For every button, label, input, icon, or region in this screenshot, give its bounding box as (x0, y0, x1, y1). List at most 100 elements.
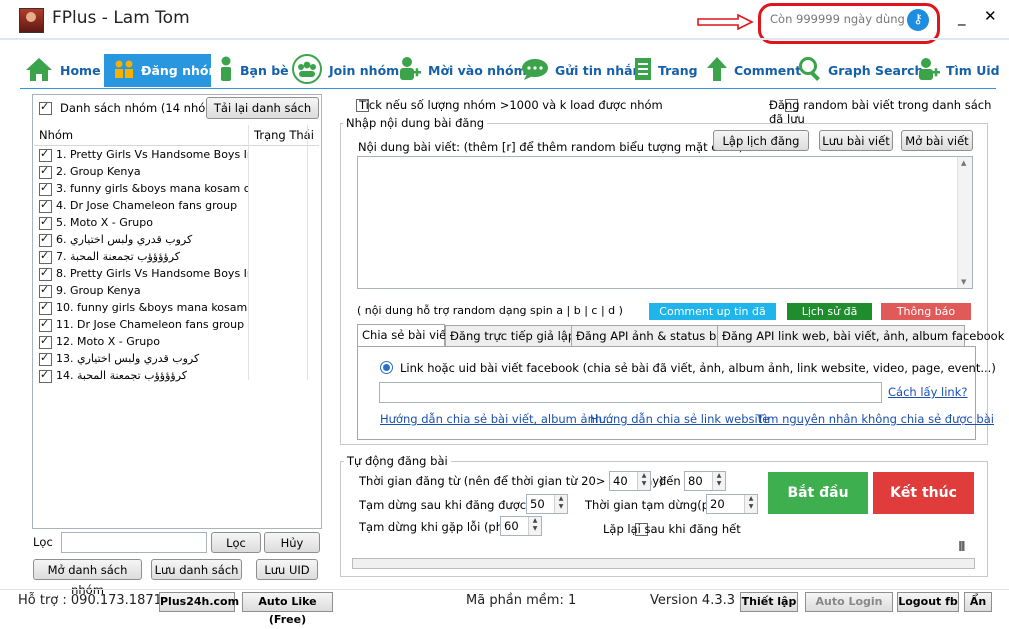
row-checkbox[interactable] (39, 164, 52, 179)
content-label: Nội dung bài viết: (thêm [r] để thêm ran… (358, 140, 744, 154)
table-row[interactable]: 1. Pretty Girls Vs Handsome Boys In ... (34, 147, 319, 164)
tab-share-post[interactable]: Chia sẻ bài viết (357, 324, 451, 347)
reload-list-button[interactable]: Tải lại danh sách (206, 97, 319, 119)
page-icon (634, 56, 652, 85)
key-icon[interactable]: ⚷ (907, 9, 929, 31)
stop-button[interactable]: Kết thúc (873, 472, 974, 514)
nav-join-nhom[interactable]: Join nhóm (291, 54, 399, 87)
row-checkbox[interactable] (39, 147, 52, 162)
save-list-button[interactable]: Lưu danh sách (151, 559, 242, 580)
nav-graph-search[interactable]: Graph Search (798, 54, 923, 87)
spinner-icon[interactable]: ▲ ▼ (712, 472, 725, 490)
table-row[interactable]: 11. Dr Jose Chameleon fans group (34, 317, 319, 334)
row-checkbox[interactable] (39, 351, 52, 366)
table-row[interactable]: 2. Group Kenya (34, 164, 319, 181)
schedule-button[interactable]: Lập lịch đăng tin (713, 130, 809, 168)
table-row[interactable]: 3. funny girls &boys mana kosam chtn... (34, 181, 319, 198)
textarea-scrollbar[interactable]: ▲ ▼ (957, 157, 972, 288)
site-button[interactable]: Plus24h.com (159, 592, 239, 612)
pause-time-field[interactable]: 20 ▲ ▼ (706, 494, 758, 514)
version-text: Version 4.3.3 (650, 593, 736, 608)
nav-moi-vao-nhom[interactable]: Mời vào nhóm (398, 54, 527, 87)
table-row[interactable]: 10. funny girls &boys mana kosam cht... (34, 300, 319, 317)
nav-comment[interactable]: Comment (706, 54, 801, 87)
hide-button[interactable]: Ẩn (964, 592, 992, 612)
open-post-button[interactable]: Mở bài viết (901, 130, 973, 151)
open-group-list-button[interactable]: Mở danh sách nhóm (33, 559, 142, 597)
table-row[interactable]: 12. Moto X - Grupo (34, 334, 319, 351)
comment-up-button[interactable]: Comment up tin đã đăng (649, 303, 776, 335)
interval-to-field[interactable]: 80 ▲ ▼ (684, 471, 726, 491)
title-divider (0, 38, 1009, 40)
table-row[interactable]: 5. Moto X - Grupo (34, 215, 319, 232)
logout-button[interactable]: Logout fb (897, 592, 959, 612)
settings-button[interactable]: Thiết lập (740, 592, 798, 612)
save-uid-button[interactable]: Lưu UID (256, 559, 318, 580)
row-checkbox[interactable] (39, 266, 52, 281)
nav-tim-uid[interactable]: Tìm Uid (918, 54, 1000, 87)
close-button[interactable]: ✕ (984, 7, 997, 25)
guide-share-website-link[interactable]: Hướng dẫn chia sẻ link website (590, 412, 769, 426)
table-row[interactable]: 4. Dr Jose Chameleon fans group (34, 198, 319, 215)
group-name: 11. Dr Jose Chameleon fans group (56, 318, 245, 331)
nav-gui-tin-nhan[interactable]: Gửi tin nhắn (521, 54, 641, 87)
nav-ban-be[interactable]: Bạn bè (218, 54, 289, 87)
block-notice-button[interactable]: Thông báo block (881, 303, 971, 335)
table-row[interactable]: 14. كرؤؤؤؤب تجمعنة المحبة (34, 368, 319, 385)
search-icon (798, 56, 822, 85)
software-code: Mã phần mềm: 1 (466, 593, 577, 608)
save-post-button[interactable]: Lưu bài viết (819, 130, 893, 151)
app-window: FPlus - Lam Tom Còn 999999 ngày dùng thử… (0, 0, 1009, 626)
large-group-label: Tick nếu số lượng nhóm >1000 và k load đ… (359, 98, 663, 112)
pause-error-field[interactable]: 60 ▲ ▼ (500, 516, 542, 536)
row-checkbox[interactable] (39, 215, 52, 230)
cancel-filter-button[interactable]: Hủy (264, 532, 320, 553)
group-name: 3. funny girls &boys mana kosam chtn... (56, 182, 248, 195)
filter-input[interactable] (61, 532, 207, 553)
tab-api-link[interactable]: Đăng API link web, bài viết, ảnh, album … (717, 325, 1004, 346)
post-content-textarea[interactable]: ▲ ▼ (357, 156, 973, 289)
post-history-button[interactable]: Lịch sử đã đăng (787, 303, 872, 335)
row-checkbox[interactable] (39, 368, 52, 383)
interval-from-field[interactable]: 40 ▲ ▼ (609, 471, 651, 491)
link-radio[interactable] (380, 361, 393, 374)
pause-icon[interactable]: II (958, 540, 966, 555)
auto-login-button[interactable]: Auto Login (805, 592, 893, 612)
how-get-link[interactable]: Cách lấy link? (888, 385, 968, 399)
row-checkbox[interactable] (39, 283, 52, 298)
nav-home[interactable]: Home (24, 54, 104, 87)
filter-button[interactable]: Lọc (211, 532, 261, 553)
red-arrow-icon (697, 14, 754, 30)
nav-dang-nhom[interactable]: Đăng nhóm (104, 54, 222, 87)
minimize-button[interactable]: _ (958, 8, 966, 26)
tab-simulated-post[interactable]: Đăng trực tiếp giả lập (*) (445, 325, 594, 346)
auto-like-button[interactable]: Auto Like (Free) (242, 592, 333, 626)
spin-note: ( nội dung hỗ trợ random dạng spin a | b… (357, 304, 623, 317)
table-row[interactable]: 8. Pretty Girls Vs Handsome Boys In ... (34, 266, 319, 283)
nav-trang[interactable]: Trang (634, 54, 704, 87)
row-checkbox[interactable] (39, 249, 52, 264)
table-row[interactable]: 6. كروب قدري ولبس اختياري (34, 232, 319, 249)
post-link-input[interactable] (379, 382, 882, 403)
tab-api-photo-status[interactable]: Đăng API ảnh & status bằng (571, 325, 738, 346)
spinner-icon[interactable]: ▲ ▼ (528, 517, 541, 535)
table-row[interactable]: 9. Group Kenya (34, 283, 319, 300)
guide-share-post-link[interactable]: Hướng dẫn chia sẻ bài viết, album ảnh... (380, 412, 613, 426)
row-checkbox[interactable] (39, 300, 52, 315)
row-checkbox[interactable] (39, 181, 52, 196)
group-name: 12. Moto X - Grupo (56, 335, 160, 348)
spinner-icon[interactable]: ▲ ▼ (554, 495, 567, 513)
pause-after-field[interactable]: 50 ▲ ▼ (526, 494, 568, 514)
group-list-checkbox[interactable] (39, 100, 52, 115)
start-button[interactable]: Bắt đầu (768, 472, 868, 514)
row-checkbox[interactable] (39, 334, 52, 349)
spinner-icon[interactable]: ▲ ▼ (744, 495, 757, 513)
table-row[interactable]: 7. كرؤؤؤؤب تجمعنة المحبة (34, 249, 319, 266)
row-checkbox[interactable] (39, 232, 52, 247)
table-row[interactable]: 13. كروب قدري ولبس اختياري (34, 351, 319, 368)
group-post-icon (113, 58, 135, 83)
find-share-error-link[interactable]: Tìm nguyên nhân không chia sẻ được bài (757, 412, 994, 426)
row-checkbox[interactable] (39, 198, 52, 213)
row-checkbox[interactable] (39, 317, 52, 332)
spinner-icon[interactable]: ▲ ▼ (637, 472, 650, 490)
